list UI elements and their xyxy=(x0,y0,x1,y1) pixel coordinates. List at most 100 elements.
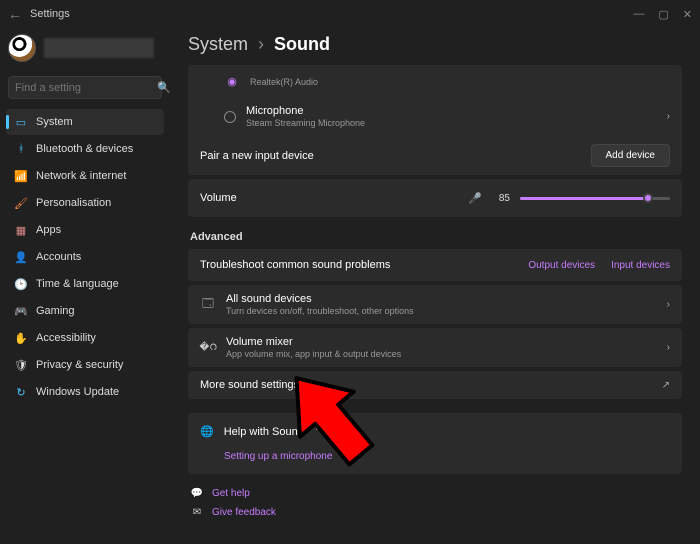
volume-mixer-row[interactable]: �റ Volume mixer App volume mix, app inpu… xyxy=(188,328,682,367)
sidebar-item-label: Privacy & security xyxy=(36,359,123,371)
chevron-right-icon: › xyxy=(258,34,264,55)
radio-checked-icon[interactable]: ◉ xyxy=(224,73,240,89)
row-title: All sound devices xyxy=(226,293,657,305)
nav-icon: ✋ xyxy=(14,331,28,345)
device-desc: Realtek(R) Audio xyxy=(250,77,670,87)
volume-value: 85 xyxy=(492,193,510,204)
nav-icon: 🎮 xyxy=(14,304,28,318)
pair-device-row: Pair a new input device Add device xyxy=(188,136,682,175)
sidebar-item-windows-update[interactable]: ↻ Windows Update xyxy=(6,379,164,405)
titlebar: ← Settings — ▢ ✕ xyxy=(0,0,700,28)
profile-name-redacted xyxy=(44,38,154,58)
footer-links: 💬 Get help ✉ Give feedback xyxy=(188,484,682,522)
row-desc: Turn devices on/off, troubleshoot, other… xyxy=(226,306,657,316)
sidebar: 🔍 ▭ System ᚼ Bluetooth & devices 📶 Network & … xyxy=(0,28,170,544)
chevron-up-icon: ⌃ xyxy=(314,425,323,438)
troubleshoot-card: Troubleshoot common sound problems Outpu… xyxy=(188,249,682,281)
window-controls: — ▢ ✕ xyxy=(633,8,692,21)
sidebar-item-label: Windows Update xyxy=(36,386,119,398)
feedback-icon: ✉ xyxy=(190,507,204,518)
sidebar-item-time-language[interactable]: 🕑 Time & language xyxy=(6,271,164,297)
nav-icon: ▦ xyxy=(14,223,28,237)
sidebar-item-bluetooth-devices[interactable]: ᚼ Bluetooth & devices xyxy=(6,136,164,162)
sidebar-item-personalisation[interactable]: 🖌 Personalisation xyxy=(6,190,164,216)
nav-icon: 🕑 xyxy=(14,277,28,291)
app-title: Settings xyxy=(30,8,70,20)
sidebar-item-label: Time & language xyxy=(36,278,119,290)
sidebar-item-label: Network & internet xyxy=(36,170,126,182)
nav-icon: 📶 xyxy=(14,169,28,183)
nav-icon: 🛡 xyxy=(14,358,28,372)
troubleshoot-label: Troubleshoot common sound problems xyxy=(200,259,512,271)
all-devices-row[interactable]: 🗔 All sound devices Turn devices on/off,… xyxy=(188,285,682,324)
devices-icon: 🗔 xyxy=(200,297,216,313)
nav-icon: ▭ xyxy=(14,115,28,129)
sidebar-item-accounts[interactable]: 👤 Accounts xyxy=(6,244,164,270)
sidebar-item-label: Accounts xyxy=(36,251,81,263)
sidebar-item-network-internet[interactable]: 📶 Network & internet xyxy=(6,163,164,189)
give-feedback-link[interactable]: ✉ Give feedback xyxy=(190,503,682,522)
breadcrumb: System › Sound xyxy=(188,34,682,55)
help-card: 🌐 Help with Sound ⌃ Setting up a microph… xyxy=(188,413,682,474)
help-header[interactable]: 🌐 Help with Sound ⌃ xyxy=(188,413,682,450)
volume-slider[interactable] xyxy=(520,191,670,205)
profile[interactable] xyxy=(6,32,164,70)
radio-unchecked-icon[interactable] xyxy=(224,111,236,123)
sidebar-item-label: Gaming xyxy=(36,305,75,317)
input-device-row[interactable]: ◉ Realtek(R) Audio xyxy=(188,65,682,97)
external-link-icon: ↗ xyxy=(662,380,670,391)
nav-icon: 🖌 xyxy=(14,196,28,210)
microphone-icon[interactable]: 🎤 xyxy=(468,192,482,205)
chevron-right-icon: › xyxy=(667,342,670,353)
input-devices-link[interactable]: Input devices xyxy=(611,260,670,271)
section-advanced: Advanced xyxy=(190,231,682,243)
search-input[interactable] xyxy=(15,82,157,94)
sidebar-item-gaming[interactable]: 🎮 Gaming xyxy=(6,298,164,324)
sidebar-item-system[interactable]: ▭ System xyxy=(6,109,164,135)
sidebar-item-privacy-security[interactable]: 🛡 Privacy & security xyxy=(6,352,164,378)
globe-icon: 🌐 xyxy=(200,425,214,438)
input-device-row[interactable]: Microphone Steam Streaming Microphone › xyxy=(188,97,682,136)
minimize-button[interactable]: — xyxy=(633,8,644,21)
more-sound-settings-row[interactable]: More sound settings ↗ xyxy=(188,371,682,399)
sidebar-item-apps[interactable]: ▦ Apps xyxy=(6,217,164,243)
get-help-label: Get help xyxy=(212,488,250,499)
volume-label: Volume xyxy=(200,192,237,204)
content: System › Sound ◉ Realtek(R) Audio Microp… xyxy=(170,28,700,544)
search-icon: 🔍 xyxy=(157,81,171,94)
pair-label: Pair a new input device xyxy=(200,150,581,162)
help-title: Help with Sound xyxy=(224,426,304,438)
nav-icon: 👤 xyxy=(14,250,28,264)
sidebar-item-label: Personalisation xyxy=(36,197,111,209)
sidebar-item-label: Bluetooth & devices xyxy=(36,143,133,155)
page-title: Sound xyxy=(274,34,330,55)
nav-list: ▭ System ᚼ Bluetooth & devices 📶 Network & in… xyxy=(6,109,164,405)
device-title: Microphone xyxy=(246,105,657,117)
sidebar-item-label: Accessibility xyxy=(36,332,96,344)
feedback-label: Give feedback xyxy=(212,507,276,518)
help-link-microphone[interactable]: Setting up a microphone xyxy=(224,451,332,462)
input-devices-card: ◉ Realtek(R) Audio Microphone Steam Stre… xyxy=(188,65,682,175)
nav-icon: ᚼ xyxy=(14,142,28,156)
row-title: Volume mixer xyxy=(226,336,657,348)
sidebar-item-accessibility[interactable]: ✋ Accessibility xyxy=(6,325,164,351)
chevron-right-icon: › xyxy=(667,299,670,310)
row-title: More sound settings xyxy=(200,379,652,391)
avatar xyxy=(8,34,36,62)
volume-card: Volume 🎤 85 xyxy=(188,179,682,217)
mixer-icon: �റ xyxy=(200,340,216,356)
breadcrumb-parent[interactable]: System xyxy=(188,34,248,55)
search-box[interactable]: 🔍 xyxy=(8,76,162,99)
output-devices-link[interactable]: Output devices xyxy=(528,260,595,271)
add-device-button[interactable]: Add device xyxy=(591,144,670,167)
back-icon[interactable]: ← xyxy=(8,6,22,22)
sidebar-item-label: Apps xyxy=(36,224,61,236)
chevron-right-icon: › xyxy=(667,111,670,122)
maximize-button[interactable]: ▢ xyxy=(658,8,668,21)
nav-icon: ↻ xyxy=(14,385,28,399)
device-desc: Steam Streaming Microphone xyxy=(246,118,657,128)
close-button[interactable]: ✕ xyxy=(683,8,692,21)
get-help-link[interactable]: 💬 Get help xyxy=(190,484,682,503)
sidebar-item-label: System xyxy=(36,116,73,128)
chat-icon: 💬 xyxy=(190,488,204,499)
